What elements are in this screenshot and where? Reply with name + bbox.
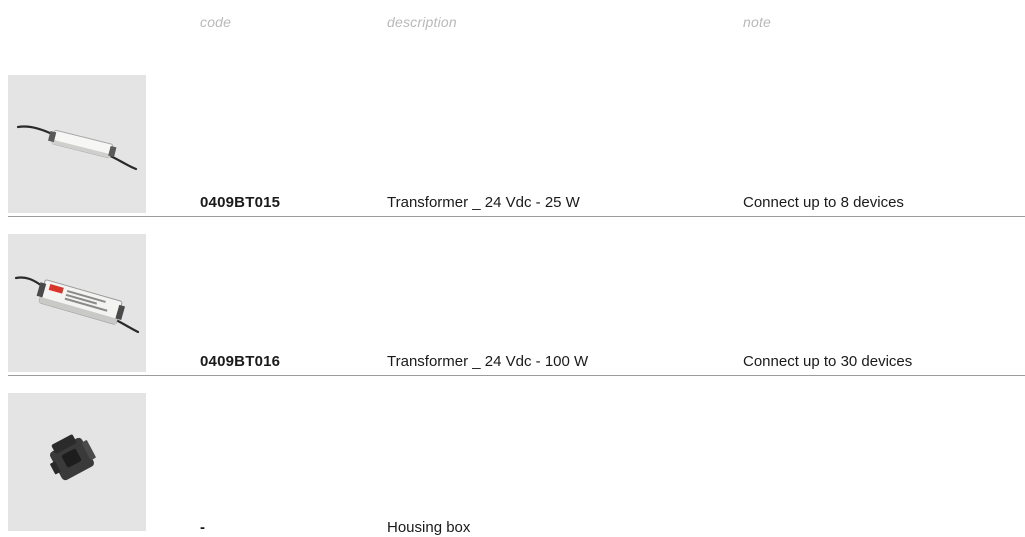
product-note: Connect up to 30 devices (743, 353, 913, 370)
table-row: - Housing box (8, 393, 1025, 536)
housing-box-icon (8, 393, 146, 531)
product-image (8, 234, 146, 372)
table-row: 0409BT016 Transformer _ 24 Vdc - 100 W C… (8, 234, 1025, 376)
product-description: Transformer _ 24 Vdc - 25 W (387, 194, 580, 211)
product-image (8, 75, 146, 213)
table-header: code description note (0, 14, 1025, 38)
column-header-note: note (743, 14, 772, 30)
product-code: 0409BT015 (200, 194, 281, 211)
column-header-code: code (200, 14, 232, 30)
table-row: 0409BT015 Transformer _ 24 Vdc - 25 W Co… (8, 75, 1025, 217)
product-description: Housing box (387, 519, 471, 536)
led-driver-slim-icon (8, 75, 146, 213)
product-note: Connect up to 8 devices (743, 194, 904, 211)
product-image (8, 393, 146, 531)
product-code: 0409BT016 (200, 353, 281, 370)
product-code: - (200, 519, 206, 536)
product-description: Transformer _ 24 Vdc - 100 W (387, 353, 589, 370)
led-driver-large-icon (8, 234, 146, 372)
column-header-description: description (387, 14, 457, 30)
